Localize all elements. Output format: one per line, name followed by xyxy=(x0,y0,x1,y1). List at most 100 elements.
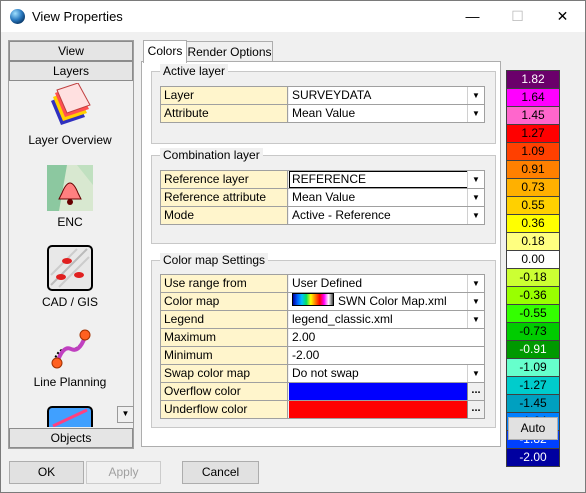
table-row: Use range from User Defined ▼ xyxy=(161,275,485,293)
color-map-select[interactable]: SWN Color Map.xml ▼ xyxy=(289,293,484,310)
view-properties-window: View Properties — ☐ ✕ View Layers Layer … xyxy=(0,0,586,493)
active-layer-table: Layer SURVEYDATA ▼ Attribute Mean Value ▼ xyxy=(160,86,485,123)
color-map-settings-group: Color map Settings Use range from User D… xyxy=(151,253,496,428)
ok-button[interactable]: OK xyxy=(9,461,84,484)
sidebar-item-partial[interactable] xyxy=(9,406,131,427)
legend-value: 1.82 xyxy=(507,71,559,88)
table-row: Maximum 2.00 xyxy=(161,329,485,347)
property-key: Swap color map xyxy=(161,365,288,382)
legend-value: 0.36 xyxy=(507,214,559,232)
ellipsis-button[interactable]: ... xyxy=(467,383,484,400)
property-key: Color map xyxy=(161,293,288,310)
table-row: Swap color map Do not swap ▼ xyxy=(161,365,485,383)
property-key: Minimum xyxy=(161,347,288,364)
sidebar-item-line-planning[interactable]: Line Planning xyxy=(9,325,131,389)
layers-category-button[interactable]: Layers xyxy=(9,61,133,81)
objects-category-button[interactable]: Objects xyxy=(9,428,133,448)
tab-render-options[interactable]: Render Options xyxy=(186,41,273,62)
use-range-select[interactable]: User Defined ▼ xyxy=(289,275,484,292)
color-map-swatch-icon xyxy=(292,293,334,306)
partial-icon xyxy=(47,406,93,427)
swap-color-map-select[interactable]: Do not swap ▼ xyxy=(289,365,484,382)
close-button[interactable]: ✕ xyxy=(540,1,585,32)
enc-icon xyxy=(47,165,93,211)
minimize-button[interactable]: — xyxy=(450,1,495,32)
table-row: Legend legend_classic.xml ▼ xyxy=(161,311,485,329)
legend-value: 1.27 xyxy=(507,124,559,142)
legend-value: -0.55 xyxy=(507,304,559,322)
chevron-down-icon[interactable]: ▼ xyxy=(467,189,484,206)
color-legend: 1.82 1.64 1.45 1.27 1.09 0.91 0.73 0.55 0.36 0.18… xyxy=(506,70,560,467)
chevron-down-icon[interactable]: ▼ xyxy=(467,87,484,104)
legend-value: 0.73 xyxy=(507,178,559,196)
sidebar-item-enc[interactable]: ENC xyxy=(9,165,131,229)
chevron-down-icon[interactable]: ▼ xyxy=(467,311,484,328)
reference-layer-select[interactable]: REFERENCE ▼ xyxy=(289,171,484,188)
colors-panel: Active layer Layer SURVEYDATA ▼ Attribute… xyxy=(141,61,501,447)
legend-value: 0.55 xyxy=(507,196,559,214)
table-row: Reference layer REFERENCE ▼ xyxy=(161,171,485,189)
legend-value: -0.36 xyxy=(507,286,559,304)
legend-value: -2.00 xyxy=(507,448,559,466)
property-key: Reference layer xyxy=(161,171,288,188)
legend-select[interactable]: legend_classic.xml ▼ xyxy=(289,311,484,328)
line-planning-icon xyxy=(47,325,93,371)
legend-value: -0.18 xyxy=(507,268,559,286)
group-title: Color map Settings xyxy=(160,253,269,267)
chevron-down-icon[interactable]: ▼ xyxy=(467,275,484,292)
overflow-color-swatch[interactable]: ... xyxy=(289,383,484,400)
legend-value: -0.91 xyxy=(507,340,559,358)
sidebar-item-label: Layer Overview xyxy=(28,133,112,147)
property-key: Legend xyxy=(161,311,288,328)
legend-value: -1.27 xyxy=(507,376,559,394)
chevron-down-icon[interactable]: ▼ xyxy=(467,293,484,310)
maximize-button: ☐ xyxy=(511,8,524,24)
sidebar-item-cad-gis[interactable]: CAD / GIS xyxy=(9,245,131,309)
layer-overview-icon xyxy=(47,82,93,129)
table-row: Layer SURVEYDATA ▼ xyxy=(161,87,485,105)
minimum-input[interactable]: -2.00 xyxy=(289,347,484,364)
color-map-table: Use range from User Defined ▼ Color map S… xyxy=(160,274,485,419)
legend-value: -0.73 xyxy=(507,322,559,340)
legend-value: 0.91 xyxy=(507,160,559,178)
cad-gis-icon xyxy=(47,245,93,291)
chevron-down-icon[interactable]: ▼ xyxy=(467,365,484,382)
cancel-button[interactable]: Cancel xyxy=(182,461,259,484)
tab-colors[interactable]: Colors xyxy=(143,40,187,63)
chevron-down-icon[interactable]: ▼ xyxy=(467,207,484,224)
legend-value: 1.09 xyxy=(507,142,559,160)
legend-value: 1.45 xyxy=(507,106,559,124)
underflow-color-swatch[interactable]: ... xyxy=(289,401,484,418)
property-key: Overflow color xyxy=(161,383,288,400)
property-key: Mode xyxy=(161,207,288,224)
sidebar-item-layer-overview[interactable]: Layer Overview xyxy=(9,82,131,147)
globe-icon xyxy=(10,9,25,24)
apply-button: Apply xyxy=(86,461,161,484)
combination-layer-group: Combination layer Reference layer REFERE… xyxy=(151,148,496,244)
maximum-input[interactable]: 2.00 xyxy=(289,329,484,346)
mode-select[interactable]: Active - Reference ▼ xyxy=(289,207,484,224)
table-row: Minimum -2.00 xyxy=(161,347,485,365)
auto-button[interactable]: Auto xyxy=(508,417,558,440)
sidebar-item-label: Line Planning xyxy=(33,375,107,389)
legend-value: 0.18 xyxy=(507,232,559,250)
legend-value: -1.09 xyxy=(507,358,559,376)
table-row: Overflow color ... xyxy=(161,383,485,401)
scroll-down-button[interactable]: ▼ xyxy=(117,406,134,423)
sidebar-item-label: ENC xyxy=(57,215,83,229)
attribute-select[interactable]: Mean Value ▼ xyxy=(289,105,484,122)
chevron-down-icon[interactable]: ▼ xyxy=(467,105,484,122)
table-row: Color map SWN Color Map.xml ▼ xyxy=(161,293,485,311)
ellipsis-button[interactable]: ... xyxy=(467,401,484,418)
combination-layer-table: Reference layer REFERENCE ▼ Reference att… xyxy=(160,170,485,225)
tab-area: Colors Render Options Active layer Layer… xyxy=(141,40,501,447)
active-layer-group: Active layer Layer SURVEYDATA ▼ Attribute… xyxy=(151,64,496,144)
property-key: Use range from xyxy=(161,275,288,292)
view-category-button[interactable]: View xyxy=(9,41,133,61)
reference-attribute-select[interactable]: Mean Value ▼ xyxy=(289,189,484,206)
table-row: Mode Active - Reference ▼ xyxy=(161,207,485,225)
property-key: Layer xyxy=(161,87,288,104)
chevron-down-icon[interactable]: ▼ xyxy=(467,171,484,188)
property-key: Underflow color xyxy=(161,401,288,418)
layer-select[interactable]: SURVEYDATA ▼ xyxy=(289,87,484,104)
